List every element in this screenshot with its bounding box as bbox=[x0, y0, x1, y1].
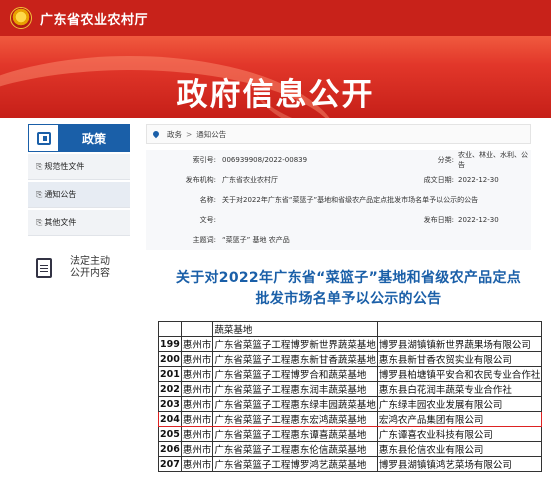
banner: 政府信息公开 bbox=[0, 36, 551, 118]
table-cell-num: 202 bbox=[158, 381, 182, 397]
article-title-line1: 关于对2022年广东省“菜篮子”基地和省级农产品定点 bbox=[175, 270, 522, 286]
table-cell-num: 207 bbox=[158, 456, 182, 472]
header-cell-org bbox=[376, 321, 543, 337]
table-cell-city: 惠州市 bbox=[180, 426, 214, 442]
publish-date-value: 2022-12-30 bbox=[458, 216, 499, 224]
table-cell-city: 惠州市 bbox=[180, 351, 214, 367]
table-cell-name: 广东省菜篮子工程惠东润丰蔬菜基地 bbox=[212, 381, 378, 397]
sidebar-item-label: 通知公告 bbox=[44, 190, 77, 199]
table-cell-org: 广东谭喜农业科技有限公司 bbox=[376, 426, 543, 442]
publish-date-label: 发布日期: bbox=[423, 216, 454, 224]
sidebar: 政策 ⎘ 规范性文件 ⎘ 通知公告 ⎘ 其他文件 法定主动 公开内容 bbox=[28, 124, 130, 280]
name-label: 名称: bbox=[199, 196, 216, 204]
table-row: 201 惠州市 广东省菜篮子工程博罗合和蔬菜基地 博罗县柏塘镇平安合和农民专业合作社 bbox=[158, 366, 543, 382]
header-cell-num bbox=[158, 321, 182, 337]
table-cell-name: 广东省菜篮子工程博罗合和蔬菜基地 bbox=[212, 366, 378, 382]
table-row: 205 惠州市 广东省菜篮子工程惠东谭喜蔬菜基地 广东谭喜农业科技有限公司 bbox=[158, 426, 543, 442]
breadcrumb-home[interactable]: 政务 bbox=[167, 129, 182, 140]
category-label: 分类: bbox=[437, 156, 454, 164]
keywords-label: 主题词: bbox=[192, 236, 216, 244]
table-row: 202 惠州市 广东省菜篮子工程惠东润丰蔬菜基地 惠东县白花润丰蔬菜专业合作社 bbox=[158, 381, 543, 397]
disclosure-label-line1: 法定主动 bbox=[70, 256, 110, 267]
table-cell-name: 广东省菜篮子工程惠东新甘香蔬菜基地 bbox=[212, 351, 378, 367]
table-row: 199 惠州市 广东省菜篮子工程博罗新世界蔬菜基地 博罗县湖镇镇新世界蔬果场有限公司 bbox=[158, 336, 543, 352]
national-emblem-icon[interactable] bbox=[10, 7, 32, 29]
sidebar-item-statutory-disclosure[interactable]: 法定主动 公开内容 bbox=[28, 256, 130, 280]
site-title[interactable]: 广东省农业农村厅 bbox=[40, 9, 148, 28]
table-cell-org: 博罗县柏塘镇平安合和农民专业合作社 bbox=[376, 366, 543, 382]
table-cell-org: 宏鸿农产品集团有限公司 bbox=[376, 411, 543, 427]
vegetable-base-table: 蔬菜基地 199 惠州市 广东省菜篮子工程博罗新世界蔬菜基地 博罗县湖镇镇新世界蔬果场… bbox=[158, 321, 543, 472]
sidebar-header-label: 政策 bbox=[59, 125, 129, 151]
breadcrumb: 政务 > 通知公告 bbox=[146, 124, 531, 144]
table-cell-org: 惠东县伦信农业有限公司 bbox=[376, 441, 543, 457]
sidebar-item-label: 规范性文件 bbox=[44, 162, 85, 171]
table-row: 207 惠州市 广东省菜篮子工程博罗鸿艺蔬菜基地 博罗县湖镇镇鸿艺菜场有限公司 bbox=[158, 456, 543, 472]
table-row: 203 惠州市 广东省菜篮子工程惠东绿丰园蔬菜基地 广东绿丰园农业发展有限公司 bbox=[158, 396, 543, 412]
breadcrumb-separator: > bbox=[186, 129, 193, 139]
table-cell-city: 惠州市 bbox=[180, 456, 214, 472]
table-cell-num: 206 bbox=[158, 441, 182, 457]
name-value: 关于对2022年广东省“菜篮子”基地和省级农产品定点批发市场名单予以公示的公告 bbox=[222, 196, 479, 204]
banner-title: 政府信息公开 bbox=[176, 77, 375, 113]
table-cell-org: 博罗县湖镇镇新世界蔬果场有限公司 bbox=[376, 336, 543, 352]
header-cell-name: 蔬菜基地 bbox=[212, 321, 378, 337]
table-row: 200 惠州市 广东省菜篮子工程惠东新甘香蔬菜基地 惠东县新甘香农贸实业有限公司 bbox=[158, 351, 543, 367]
table-cell-city: 惠州市 bbox=[180, 336, 214, 352]
link-icon: ⎘ bbox=[36, 161, 43, 171]
table-header-row: 蔬菜基地 bbox=[158, 321, 543, 337]
sidebar-item-label: 其他文件 bbox=[44, 218, 77, 227]
table-cell-name: 广东省菜篮子工程惠东绿丰园蔬菜基地 bbox=[212, 396, 378, 412]
created-date-label: 成文日期: bbox=[423, 176, 454, 184]
sidebar-header[interactable]: 政策 bbox=[28, 124, 130, 152]
table-cell-city: 惠州市 bbox=[180, 396, 214, 412]
policy-folder-icon bbox=[29, 125, 59, 151]
table-cell-name: 广东省菜篮子工程惠东伦信蔬菜基地 bbox=[212, 441, 378, 457]
document-meta: 索引号: 006939908/2022-00839 分类: 农业、林业、水利、公… bbox=[146, 150, 531, 250]
table-row: 206 惠州市 广东省菜篮子工程惠东伦信蔬菜基地 惠东县伦信农业有限公司 bbox=[158, 441, 543, 457]
table-cell-city: 惠州市 bbox=[180, 411, 214, 427]
publisher-label: 发布机构: bbox=[185, 176, 216, 184]
table-cell-city: 惠州市 bbox=[180, 381, 214, 397]
table-cell-org: 博罗县湖镇镇鸿艺菜场有限公司 bbox=[376, 456, 543, 472]
disclosure-label-line2: 公开内容 bbox=[70, 268, 110, 279]
header-cell-city bbox=[180, 321, 214, 337]
location-pin-icon bbox=[151, 129, 161, 139]
table-row: 204 惠州市 广东省菜篮子工程惠东宏鸿蔬菜基地 宏鸿农产品集团有限公司 bbox=[158, 411, 543, 427]
table-cell-num: 203 bbox=[158, 396, 182, 412]
sidebar-item-other-documents[interactable]: ⎘ 其他文件 bbox=[28, 210, 130, 236]
article-title-line2: 批发市场名单予以公示的公告 bbox=[255, 291, 442, 307]
table-cell-name: 广东省菜篮子工程博罗鸿艺蔬菜基地 bbox=[212, 456, 378, 472]
index-label: 索引号: bbox=[192, 156, 216, 164]
index-value: 006939908/2022-00839 bbox=[222, 156, 308, 164]
article-title: 关于对2022年广东省“菜篮子”基地和省级农产品定点 批发市场名单予以公示的公告 bbox=[146, 268, 551, 310]
document-icon bbox=[36, 258, 52, 278]
table-cell-name: 广东省菜篮子工程博罗新世界蔬菜基地 bbox=[212, 336, 378, 352]
sidebar-item-normative-documents[interactable]: ⎘ 规范性文件 bbox=[28, 154, 130, 180]
link-icon: ⎘ bbox=[36, 189, 43, 199]
doc-number-label: 文号: bbox=[199, 216, 216, 224]
table-cell-org: 惠东县白花润丰蔬菜专业合作社 bbox=[376, 381, 543, 397]
keywords-value: “菜篮子” 基地 农产品 bbox=[222, 236, 290, 244]
table-cell-org: 广东绿丰园农业发展有限公司 bbox=[376, 396, 543, 412]
link-icon: ⎘ bbox=[36, 217, 43, 227]
table-cell-name: 广东省菜篮子工程惠东谭喜蔬菜基地 bbox=[212, 426, 378, 442]
category-value: 农业、林业、水利、公告 bbox=[458, 151, 528, 169]
table-cell-city: 惠州市 bbox=[180, 441, 214, 457]
publisher-value: 广东省农业农村厅 bbox=[222, 176, 278, 184]
table-cell-num: 200 bbox=[158, 351, 182, 367]
table-cell-city: 惠州市 bbox=[180, 366, 214, 382]
table-cell-num: 201 bbox=[158, 366, 182, 382]
table-cell-num: 199 bbox=[158, 336, 182, 352]
table-cell-org: 惠东县新甘香农贸实业有限公司 bbox=[376, 351, 543, 367]
breadcrumb-current[interactable]: 通知公告 bbox=[196, 129, 226, 140]
top-bar: 广东省农业农村厅 bbox=[0, 0, 551, 36]
table-cell-name: 广东省菜篮子工程惠东宏鸿蔬菜基地 bbox=[212, 411, 378, 427]
sidebar-item-notices[interactable]: ⎘ 通知公告 bbox=[28, 182, 130, 208]
created-date-value: 2022-12-30 bbox=[458, 176, 499, 184]
table-cell-num: 204 bbox=[158, 411, 182, 427]
table-cell-num: 205 bbox=[158, 426, 182, 442]
